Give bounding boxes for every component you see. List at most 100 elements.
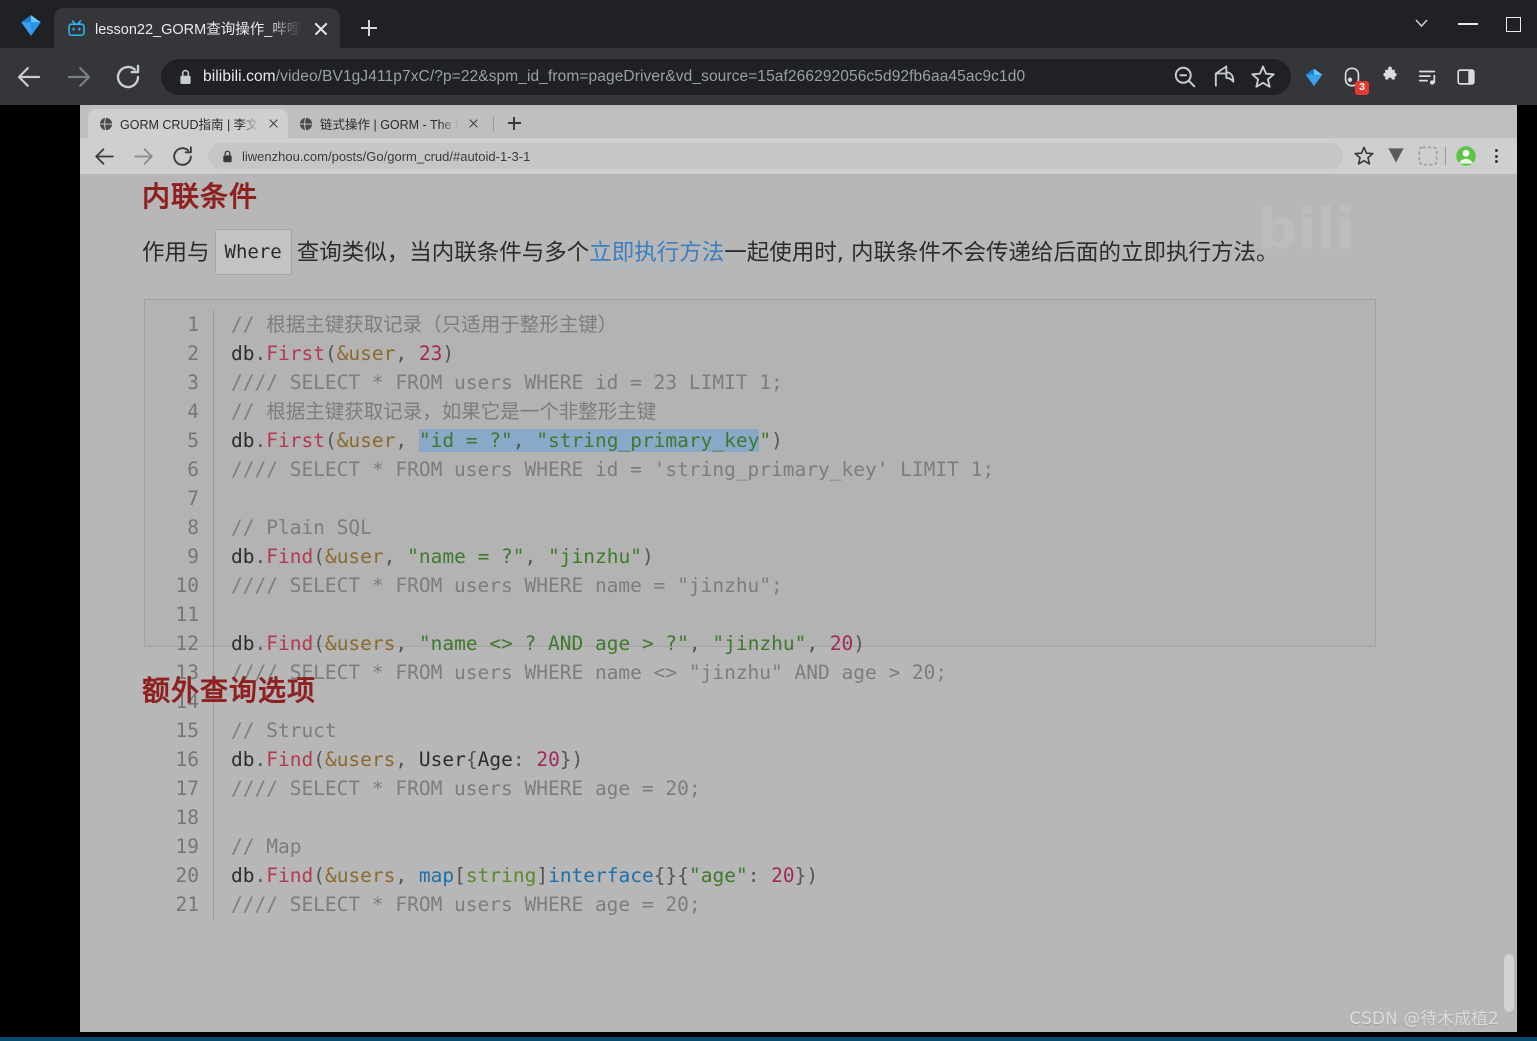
code-line: 4 // 根据主键获取记录，如果它是一个非整形主键 <box>167 397 1369 426</box>
extension-icon[interactable] <box>1415 143 1441 169</box>
page-heading-inline-conditions: 内联条件 <box>142 180 259 213</box>
reload-icon[interactable] <box>113 62 143 92</box>
chevron-down-icon[interactable] <box>1399 0 1445 48</box>
gutter-divider <box>213 803 214 832</box>
new-tab-button[interactable] <box>354 13 384 43</box>
star-icon[interactable] <box>1249 63 1277 91</box>
code-text: db.Find(&users, "name <> ? AND age > ?",… <box>231 632 866 655</box>
code-line: 12 db.Find(&users, "name <> ? AND age > ?… <box>167 629 1369 658</box>
outer-tab-bilibili[interactable]: lesson22_GORM查询操作_哔哩 <box>54 8 340 48</box>
code-line: 8 // Plain SQL <box>167 513 1369 542</box>
puzzle-extensions-icon[interactable] <box>1371 58 1409 96</box>
inner-tab-gorm-chain[interactable]: 链式操作 | GORM - The fantast <box>288 109 488 138</box>
inner-toolbar: liwenzhou.com/posts/Go/gorm_crud/#autoid… <box>80 138 1517 174</box>
inner-url-text: liwenzhou.com/posts/Go/gorm_crud/#autoid… <box>242 148 531 164</box>
code-line: 5 db.First(&user, "id = ?", "string_prima… <box>167 426 1369 455</box>
close-icon[interactable] <box>466 116 481 131</box>
page-scrollbar-thumb[interactable] <box>1504 954 1514 1012</box>
line-number: 11 <box>175 603 199 626</box>
diamond-gem-icon[interactable] <box>1295 58 1333 96</box>
outer-tab-title: lesson22_GORM查询操作_哔哩 <box>95 21 301 38</box>
line-number: 19 <box>175 835 199 858</box>
code-text: db.Find(&users, map[string]interface{}{"… <box>231 864 819 887</box>
extension-badge-count: 3 <box>1355 80 1369 95</box>
code-line: 16 db.Find(&users, User{Age: 20}) <box>167 745 1369 774</box>
line-number: 7 <box>187 487 199 510</box>
code-block[interactable]: 1 // 根据主键获取记录（只适用于整形主键） 2 db.First(&user, 2… <box>144 299 1376 919</box>
code-line: 17 //// SELECT * FROM users WHERE age = 2… <box>167 774 1369 803</box>
forward-arrow-icon[interactable] <box>131 144 156 169</box>
back-arrow-icon[interactable] <box>92 144 117 169</box>
code-rows: 1 // 根据主键获取记录（只适用于整形主键） 2 db.First(&user, 2… <box>167 310 1369 919</box>
code-text: //// SELECT * FROM users WHERE id = 'str… <box>231 458 995 481</box>
code-line: 10 //// SELECT * FROM users WHERE name = … <box>167 571 1369 600</box>
side-panel-icon[interactable] <box>1447 58 1485 96</box>
paragraph-part-2: 查询类似，当内联条件与多个 <box>296 240 590 266</box>
line-number: 16 <box>175 748 199 771</box>
inner-address-bar[interactable]: liwenzhou.com/posts/Go/gorm_crud/#autoid… <box>208 143 1343 169</box>
line-number: 18 <box>175 806 199 829</box>
close-icon[interactable] <box>310 17 332 39</box>
code-text: // Map <box>231 835 302 858</box>
back-arrow-icon[interactable] <box>14 62 44 92</box>
link-immediate-methods[interactable]: 立即执行方法 <box>589 240 725 267</box>
code-text: //// SELECT * FROM users WHERE name <> "… <box>231 661 948 684</box>
code-text: // Plain SQL <box>231 516 372 539</box>
bilibili-icon <box>68 19 85 36</box>
code-line: 6 //// SELECT * FROM users WHERE id = 'st… <box>167 455 1369 484</box>
line-number: 3 <box>187 371 199 394</box>
line-number: 17 <box>175 777 199 800</box>
line-number: 15 <box>175 719 199 742</box>
window-controls <box>1399 0 1537 48</box>
line-number: 8 <box>187 516 199 539</box>
diamond-gem-icon[interactable] <box>18 12 44 38</box>
reload-icon[interactable] <box>170 144 195 169</box>
code-text: //// SELECT * FROM users WHERE age = 20; <box>231 777 701 800</box>
zoom-out-icon[interactable] <box>1171 63 1199 91</box>
maximize-icon[interactable] <box>1491 0 1537 48</box>
star-icon[interactable] <box>1351 143 1377 169</box>
minimize-icon[interactable] <box>1445 0 1491 48</box>
forward-arrow-icon[interactable] <box>64 62 94 92</box>
profile-avatar-icon[interactable] <box>1453 143 1479 169</box>
line-number: 12 <box>175 632 199 655</box>
code-text: db.Find(&users, User{Age: 20}) <box>231 748 584 771</box>
code-line: 3 //// SELECT * FROM users WHERE id = 23 … <box>167 368 1369 397</box>
bottom-edge-bar <box>0 1037 1537 1041</box>
line-number: 4 <box>187 400 199 423</box>
page-heading-extra-options: 额外查询选项 <box>142 674 317 707</box>
lock-icon <box>180 69 191 84</box>
url-text: bilibili.com/video/BV1gJ411p7xC/?p=22&sp… <box>203 67 1026 85</box>
code-text: // Struct <box>231 719 337 742</box>
code-text: db.First(&user, 23) <box>231 342 455 365</box>
video-viewport: GORM CRUD指南 | 李文周的博 链式操作 | GORM - The fa… <box>0 105 1537 1041</box>
line-number: 5 <box>187 429 199 452</box>
inner-tab-strip: GORM CRUD指南 | 李文周的博 链式操作 | GORM - The fa… <box>80 105 1517 138</box>
code-text: //// SELECT * FROM users WHERE id = 23 L… <box>231 371 783 394</box>
outer-tab-strip: lesson22_GORM查询操作_哔哩 <box>0 0 1537 48</box>
code-line: 9 db.Find(&user, "name = ?", "jinzhu") <box>167 542 1369 571</box>
outer-toolbar: bilibili.com/video/BV1gJ411p7xC/?p=22&sp… <box>0 48 1537 105</box>
line-number: 2 <box>187 342 199 365</box>
code-line: 15 // Struct <box>167 716 1369 745</box>
lock-icon <box>223 150 232 162</box>
share-icon[interactable] <box>1210 63 1238 91</box>
close-icon[interactable] <box>266 116 281 131</box>
article-content: bili 内联条件 作用与 Where 查询类似，当内联条件与多个立即执行方法一起使… <box>80 174 1517 1032</box>
paragraph-part-3: 一起使用时, 内联条件不会传递给后面的立即执行方法。 <box>724 240 1279 266</box>
new-tab-button[interactable] <box>502 111 526 135</box>
kebab-menu-icon[interactable] <box>1483 143 1509 169</box>
gutter-divider <box>213 600 214 629</box>
code-line: 1 // 根据主键获取记录（只适用于整形主键） <box>167 310 1369 339</box>
csdn-watermark: CSDN @待木成植2 <box>1349 1009 1499 1028</box>
gutter-divider <box>213 484 214 513</box>
code-text: // 根据主键获取记录，如果它是一个非整形主键 <box>231 400 657 423</box>
address-bar[interactable]: bilibili.com/video/BV1gJ411p7xC/?p=22&sp… <box>161 58 1291 95</box>
line-number: 9 <box>187 545 199 568</box>
download-arrow-icon[interactable] <box>1383 143 1409 169</box>
inner-tab-gorm-crud[interactable]: GORM CRUD指南 | 李文周的博 <box>88 109 288 138</box>
reading-list-icon[interactable] <box>1409 58 1447 96</box>
tab-separator <box>493 116 494 132</box>
intro-paragraph: 作用与 Where 查询类似，当内联条件与多个立即执行方法一起使用时, 内联条件不会… <box>142 229 1392 275</box>
extension-capsule-icon[interactable]: 3 <box>1333 58 1371 96</box>
